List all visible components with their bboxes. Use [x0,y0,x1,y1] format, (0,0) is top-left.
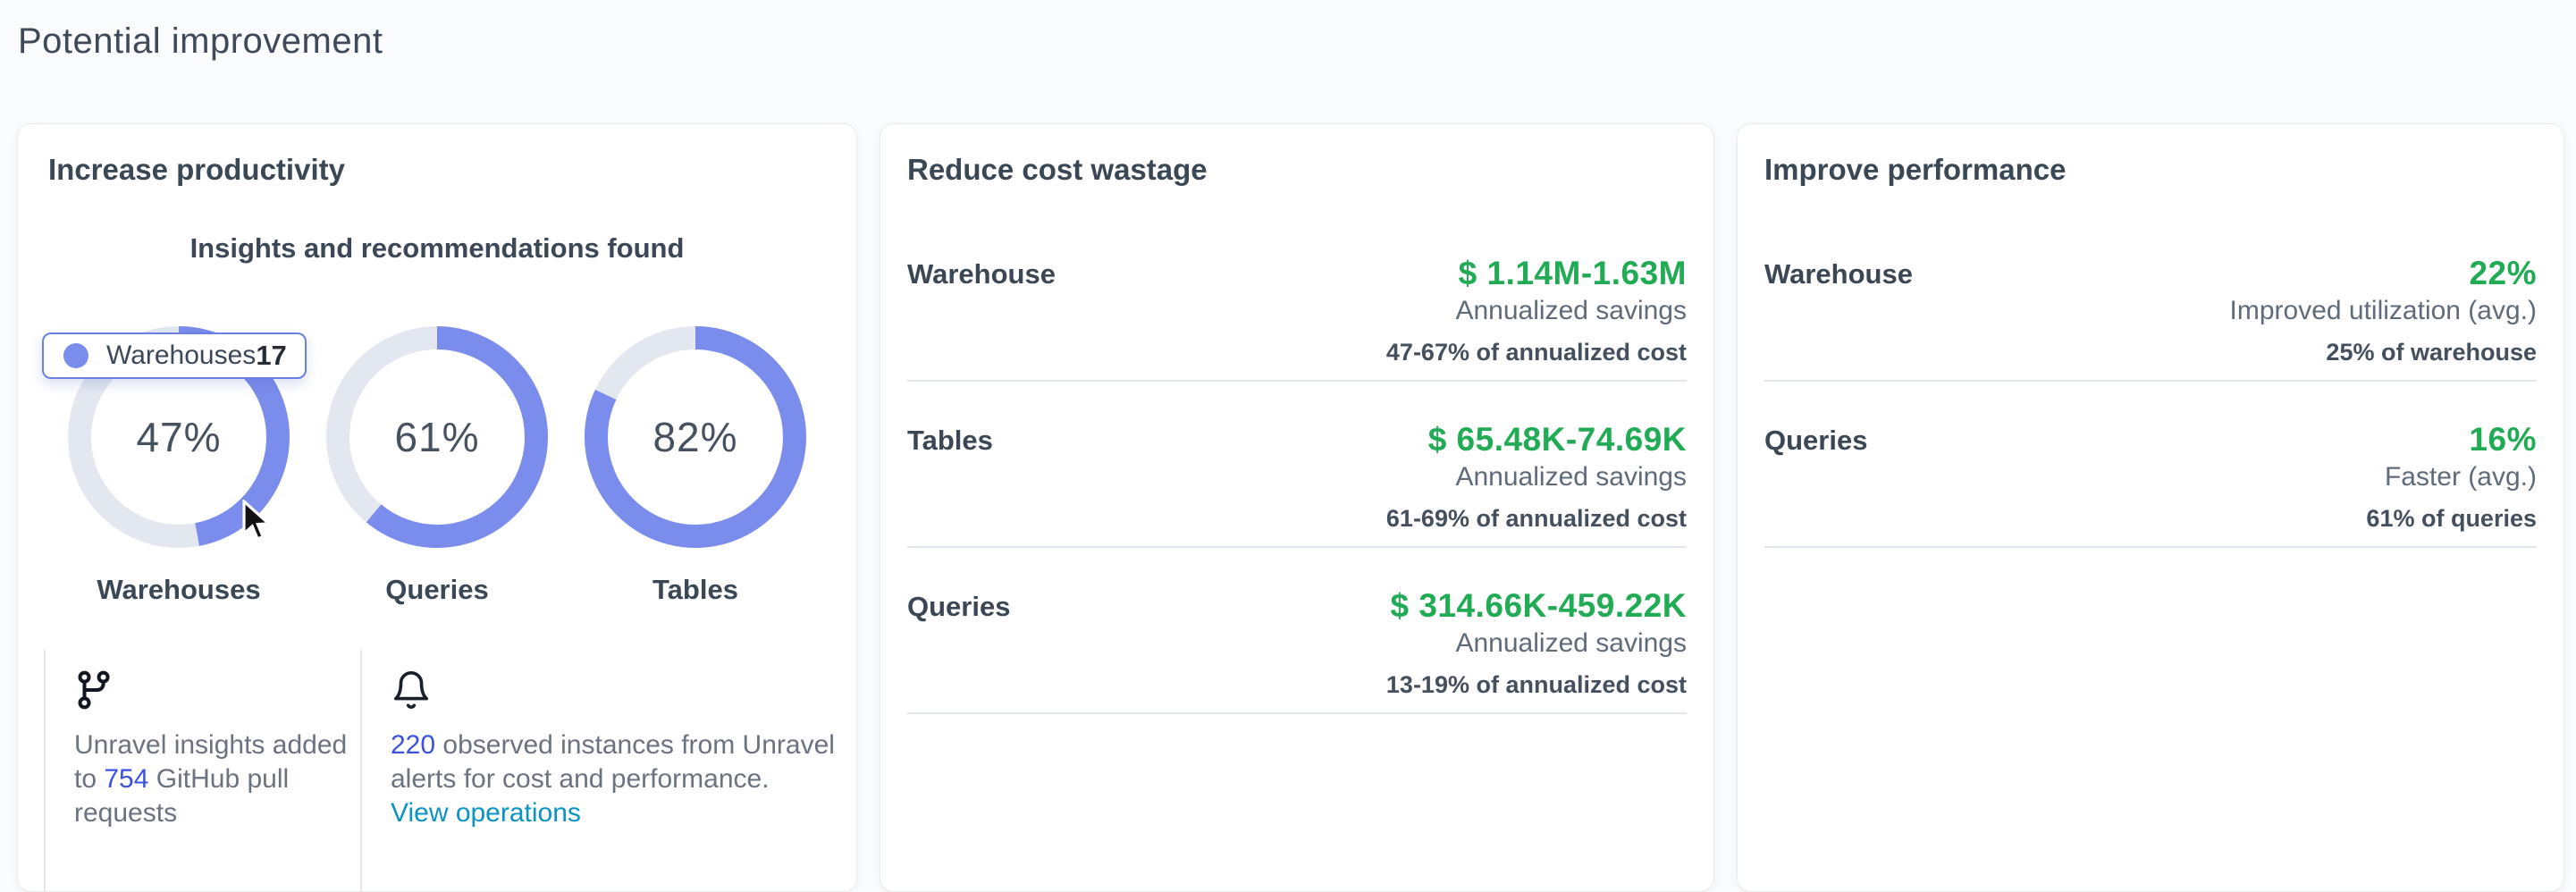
tooltip-series-dot [63,343,88,368]
annualized-savings-value: $ 65.48K-74.69K [1386,419,1687,460]
performance-row-label: Queries [1764,419,1867,459]
card-heading-performance: Improve performance [1764,153,2537,187]
footnote-github-insights: Unravel insights added to 754 GitHub pul… [44,650,360,891]
footnotes-section: Unravel insights added to 754 GitHub pul… [44,650,847,891]
git-branch-icon [74,669,115,711]
row-divider [907,712,1687,714]
annualized-savings-caption: Annualized savings [1386,462,1687,492]
tooltip-value: 17 [256,340,286,372]
cost-row-label: Tables [907,419,993,459]
row-divider [1764,546,2537,548]
annualized-savings-value: $ 314.66K-459.22K [1386,585,1687,627]
annualized-savings-value: $ 1.14M-1.63M [1386,253,1687,294]
view-operations-link[interactable]: View operations [391,796,581,830]
row-divider [907,380,1687,382]
donut-queries-label: Queries [326,573,548,607]
performance-value: 16% [2366,419,2537,460]
bell-icon [391,669,432,711]
card-heading-cost: Reduce cost wastage [907,153,1687,187]
performance-row-warehouse: Warehouse 22% Improved utilization (avg.… [1764,253,2537,367]
performance-value: 22% [2230,253,2537,294]
donut-queries[interactable]: 61% Queries [326,326,548,607]
performance-note: 25% of warehouse [2230,337,2537,367]
cards-row: Increase productivity Insights and recom… [17,123,2564,892]
cost-row-queries: Queries $ 314.66K-459.22K Annualized sav… [907,585,1687,700]
performance-row-queries: Queries 16% Faster (avg.) 61% of queries [1764,419,2537,534]
annualized-savings-caption: Annualized savings [1386,628,1687,659]
performance-caption: Faster (avg.) [2366,462,2537,492]
donut-queries-value: 61% [326,326,548,548]
card-improve-performance: Improve performance Warehouse 22% Improv… [1737,123,2564,892]
tooltip-label: Warehouses [106,341,256,371]
row-divider [907,546,1687,548]
cost-row-warehouse: Warehouse $ 1.14M-1.63M Annualized savin… [907,253,1687,367]
donut-tables[interactable]: 82% Tables [585,326,806,607]
performance-caption: Improved utilization (avg.) [2230,296,2537,326]
donut-tables-label: Tables [585,573,806,607]
cost-row-label: Warehouse [907,253,1056,292]
page-title: Potential improvement [18,21,383,62]
donut-warehouses-label: Warehouses [68,573,290,607]
alerts-text-after: observed instances from Unravel alerts f… [391,730,835,794]
card-reduce-cost-wastage: Reduce cost wastage Warehouse $ 1.14M-1.… [880,123,1714,892]
alerts-text: 220 observed instances from Unravel aler… [391,728,857,796]
card-increase-productivity: Increase productivity Insights and recom… [17,123,857,892]
mouse-cursor [239,500,278,546]
row-divider [1764,380,2537,382]
annualized-cost-note: 47-67% of annualized cost [1386,337,1687,367]
cost-row-tables: Tables $ 65.48K-74.69K Annualized saving… [907,419,1687,534]
footnote-alerts: 220 observed instances from Unravel aler… [360,650,857,891]
cost-rows: Warehouse $ 1.14M-1.63M Annualized savin… [907,253,1687,714]
performance-rows: Warehouse 22% Improved utilization (avg.… [1764,253,2537,548]
cost-row-label: Queries [907,585,1010,625]
observed-instances-count-link[interactable]: 220 [391,730,435,760]
github-insights-text: Unravel insights added to 754 GitHub pul… [74,728,360,830]
donut-tables-value: 82% [585,326,806,548]
annualized-savings-caption: Annualized savings [1386,296,1687,326]
annualized-cost-note: 13-19% of annualized cost [1386,669,1687,700]
card-heading-productivity: Increase productivity [48,153,856,187]
chart-subtitle: Insights and recommendations found [18,231,856,265]
annualized-cost-note: 61-69% of annualized cost [1386,503,1687,534]
performance-note: 61% of queries [2366,503,2537,534]
chart-tooltip: Warehouses 17 [42,332,307,379]
performance-row-label: Warehouse [1764,253,1913,292]
pull-requests-count-link[interactable]: 754 [104,764,148,794]
